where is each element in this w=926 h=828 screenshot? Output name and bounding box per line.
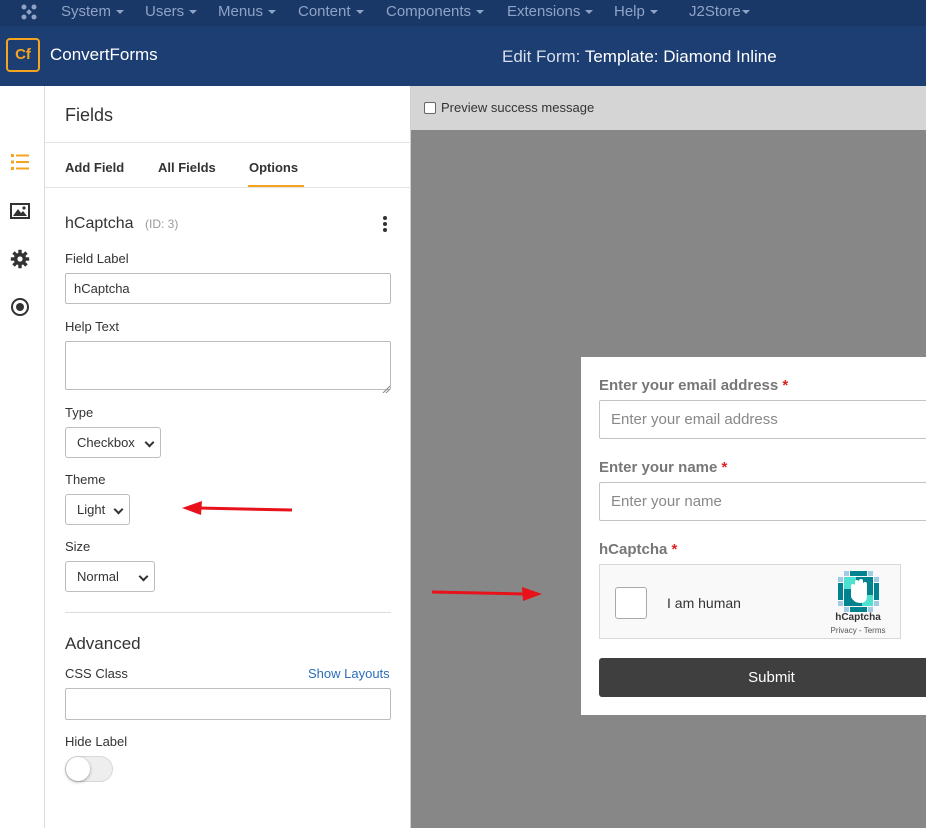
menu-help[interactable]: Help <box>614 3 658 20</box>
annotation-arrow-left <box>182 501 293 515</box>
name-field[interactable]: Enter your name <box>599 482 926 521</box>
chevron-down-icon <box>113 504 124 515</box>
hide-label-toggle[interactable] <box>65 756 113 782</box>
divider <box>45 142 411 143</box>
theme-select-value: Light <box>77 502 106 517</box>
app-header: Cf ConvertForms Edit Form: Template: Dia… <box>0 26 926 86</box>
menu-label: Users <box>145 3 185 20</box>
fields-panel: Fields Add Field All Fields Options hCap… <box>45 86 411 828</box>
submit-button[interactable]: Submit <box>599 658 926 697</box>
caret-down-icon <box>585 10 594 15</box>
show-layouts-link[interactable]: Show Layouts <box>308 666 390 681</box>
field-name: hCaptcha <box>65 215 134 232</box>
menu-users[interactable]: Users <box>145 3 198 20</box>
help-text-textarea[interactable] <box>65 341 391 390</box>
caret-down-icon <box>116 10 125 15</box>
name-label-text: Enter your name <box>599 459 718 476</box>
help-text-label: Help Text <box>65 319 119 334</box>
menu-label: Components <box>386 3 472 20</box>
resize-handle-icon[interactable] <box>382 380 391 394</box>
chevron-down-icon <box>138 571 149 582</box>
chevron-down-icon <box>144 437 155 448</box>
hide-label-label: Hide Label <box>65 734 128 749</box>
theme-select[interactable]: Light <box>65 494 130 525</box>
form-card: Enter your email address * Enter your em… <box>581 357 926 715</box>
menu-label: Help <box>614 3 645 20</box>
menu-menus[interactable]: Menus <box>218 3 277 20</box>
divider <box>65 612 391 613</box>
toggle-knob <box>66 757 90 781</box>
caret-down-icon <box>649 10 658 15</box>
field-label-input[interactable]: hCaptcha <box>65 273 391 304</box>
caret-down-icon <box>268 10 277 15</box>
hcaptcha-brand: hCaptcha <box>835 612 881 623</box>
hcaptcha-text: I am human <box>667 595 741 611</box>
gear-icon[interactable] <box>10 249 30 269</box>
menu-j2store[interactable]: J2Store <box>689 3 750 20</box>
menu-label: Extensions <box>507 3 581 20</box>
image-icon[interactable] <box>10 201 30 221</box>
annotation-arrow-right <box>431 587 542 601</box>
size-label: Size <box>65 539 91 554</box>
page-title: Edit Form: Template: Diamond Inline <box>502 47 777 67</box>
panel-title: Fields <box>65 105 114 125</box>
required-marker: * <box>721 459 728 476</box>
menu-extensions[interactable]: Extensions <box>507 3 594 20</box>
convertforms-logo[interactable]: Cf <box>6 38 40 72</box>
required-marker: * <box>782 377 789 394</box>
name-field-label: Enter your name * <box>599 459 727 476</box>
required-marker: * <box>671 541 678 558</box>
menu-label: J2Store <box>689 3 741 20</box>
css-class-input[interactable] <box>65 688 391 720</box>
tab-add-field[interactable]: Add Field <box>65 160 124 175</box>
field-label-label: Field Label <box>65 251 129 266</box>
type-select[interactable]: Checkbox <box>65 427 161 458</box>
caret-down-icon <box>189 10 198 15</box>
target-icon[interactable] <box>10 297 30 317</box>
menu-system[interactable]: System <box>61 3 125 20</box>
size-select-value: Normal <box>77 569 119 584</box>
css-class-label: CSS Class <box>65 666 128 681</box>
admin-menu-bar: System Users Menus Content Components Ex… <box>0 0 926 26</box>
hcaptcha-privacy-terms-links[interactable]: Privacy - Terms <box>810 626 906 635</box>
more-options-icon[interactable] <box>382 216 388 232</box>
preview-success-checkbox[interactable] <box>424 102 436 114</box>
menu-label: Content <box>298 3 351 20</box>
sidebar-rail <box>0 86 45 828</box>
captcha-label-text: hCaptcha <box>599 541 668 558</box>
menu-label: System <box>61 3 112 20</box>
divider <box>45 187 411 188</box>
preview-success-label[interactable]: Preview success message <box>441 100 594 115</box>
list-icon[interactable] <box>10 152 30 172</box>
caret-down-icon <box>355 10 364 15</box>
hcaptcha-logo-icon <box>838 571 879 612</box>
email-field-label: Enter your email address * <box>599 377 788 394</box>
menu-label: Menus <box>218 3 264 20</box>
email-field[interactable]: Enter your email address <box>599 400 926 439</box>
preview-toolbar: Preview success message <box>411 86 926 130</box>
menu-components[interactable]: Components <box>386 3 485 20</box>
page-title-form-name: Template: Diamond Inline <box>584 47 777 66</box>
tab-all-fields[interactable]: All Fields <box>158 160 216 175</box>
brand-name: ConvertForms <box>50 45 158 64</box>
tab-options[interactable]: Options <box>249 160 298 175</box>
type-select-value: Checkbox <box>77 435 135 450</box>
hcaptcha-widget: I am human hCaptcha Privacy - Terms <box>599 564 901 639</box>
field-id: (ID: 3) <box>145 217 179 231</box>
menu-content[interactable]: Content <box>298 3 364 20</box>
page-title-prefix: Edit Form: <box>502 47 581 66</box>
caret-down-icon <box>741 10 750 15</box>
theme-label: Theme <box>65 472 106 487</box>
type-label: Type <box>65 405 94 420</box>
caret-down-icon <box>476 10 485 15</box>
hcaptcha-checkbox[interactable] <box>615 587 647 619</box>
captcha-field-label: hCaptcha * <box>599 541 677 558</box>
joomla-logo-icon[interactable] <box>20 3 38 21</box>
email-label-text: Enter your email address <box>599 377 779 394</box>
form-preview: Preview success message Enter your email… <box>411 86 926 828</box>
advanced-heading: Advanced <box>65 634 141 653</box>
size-select[interactable]: Normal <box>65 561 155 592</box>
